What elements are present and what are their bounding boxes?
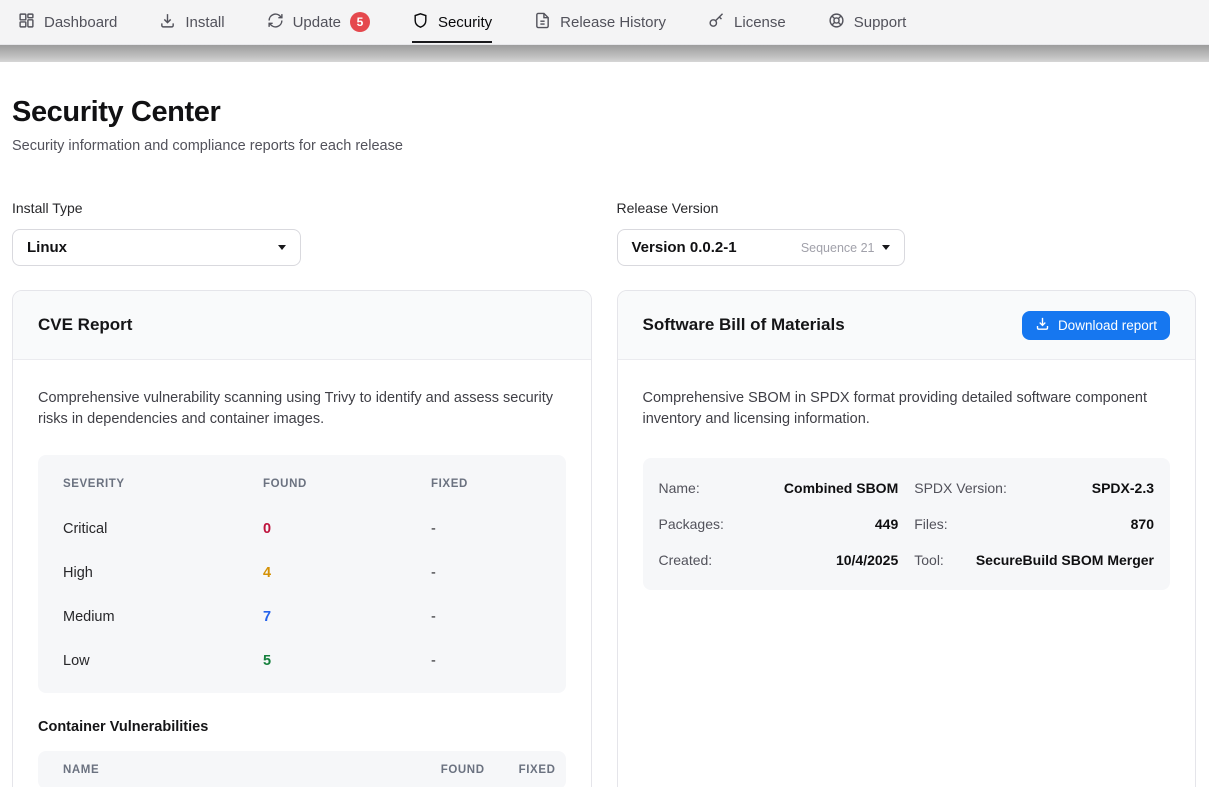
nav-item-license[interactable]: License <box>708 0 786 44</box>
severity-label: Critical <box>63 521 263 537</box>
severity-label: Low <box>63 653 263 669</box>
sbom-detail-spdx-version: SPDX Version: SPDX-2.3 <box>906 470 1170 506</box>
sbom-description: Comprehensive SBOM in SPDX format provid… <box>643 388 1171 430</box>
filters-row: Install Type Linux Release Version Versi… <box>12 200 1196 266</box>
install-type-label: Install Type <box>12 200 592 216</box>
top-nav: Dashboard Install Update 5 Security <box>0 0 1209 45</box>
detail-value: 870 <box>1131 516 1154 532</box>
sbom-detail-tool: Tool: SecureBuild SBOM Merger <box>906 542 1170 578</box>
release-version-label: Release Version <box>617 200 1197 216</box>
found-value: 7 <box>263 609 431 625</box>
install-type-value: Linux <box>27 239 67 256</box>
container-vulns-title: Container Vulnerabilities <box>38 719 566 735</box>
cve-card-body: Comprehensive vulnerability scanning usi… <box>13 360 591 787</box>
sbom-detail-created: Created: 10/4/2025 <box>643 542 907 578</box>
table-row-medium: Medium 7 - <box>38 595 566 639</box>
severity-label: Medium <box>63 609 263 625</box>
severity-label: High <box>63 565 263 581</box>
detail-label: Files: <box>914 516 947 532</box>
cve-card-header: CVE Report <box>13 291 591 360</box>
detail-value: 10/4/2025 <box>836 552 898 568</box>
nav-item-support[interactable]: Support <box>828 0 907 44</box>
nav-item-label: License <box>734 14 786 31</box>
install-type-select[interactable]: Linux <box>12 229 301 266</box>
col-name: NAME <box>63 764 407 776</box>
cve-report-card: CVE Report Comprehensive vulnerability s… <box>12 290 592 787</box>
cve-card-title: CVE Report <box>38 315 132 335</box>
nav-item-update[interactable]: Update 5 <box>267 0 370 44</box>
fixed-value: - <box>431 521 541 537</box>
download-icon <box>1035 316 1050 334</box>
detail-value: SPDX-2.3 <box>1092 480 1154 496</box>
table-row-critical: Critical 0 - <box>38 507 566 551</box>
nav-item-label: Security <box>438 14 492 31</box>
sequence-text: Sequence 21 <box>801 241 875 255</box>
download-report-label: Download report <box>1058 318 1157 333</box>
table-row-high: High 4 - <box>38 551 566 595</box>
document-icon <box>534 12 551 33</box>
fixed-value: - <box>431 609 541 625</box>
sbom-detail-name: Name: Combined SBOM <box>643 470 907 506</box>
severity-table-header: SEVERITY FOUND FIXED <box>38 461 566 507</box>
release-version-select[interactable]: Version 0.0.2-1 Sequence 21 <box>617 229 905 266</box>
detail-label: Name: <box>659 480 700 496</box>
detail-label: Tool: <box>914 552 944 568</box>
download-report-button[interactable]: Download report <box>1022 311 1170 340</box>
sbom-card: Software Bill of Materials Download repo… <box>617 290 1197 787</box>
download-icon <box>159 12 176 33</box>
page-subtitle: Security information and compliance repo… <box>12 138 1196 154</box>
detail-label: Packages: <box>659 516 724 532</box>
sbom-details-grid: Name: Combined SBOM SPDX Version: SPDX-2… <box>643 458 1171 590</box>
nav-item-dashboard[interactable]: Dashboard <box>18 0 117 44</box>
container-vulns-table-header: NAME FOUND FIXED <box>38 751 566 787</box>
cards-row: CVE Report Comprehensive vulnerability s… <box>12 290 1196 787</box>
release-version-value: Version 0.0.2-1 <box>632 239 737 256</box>
lifebuoy-icon <box>828 12 845 33</box>
grid-icon <box>18 12 35 33</box>
nav-item-label: Dashboard <box>44 14 117 31</box>
col-severity: SEVERITY <box>63 478 263 490</box>
col-found: FOUND <box>263 478 431 490</box>
nav-item-label: Update <box>293 14 341 31</box>
nav-item-label: Support <box>854 14 907 31</box>
sbom-card-header: Software Bill of Materials Download repo… <box>618 291 1196 360</box>
sbom-detail-packages: Packages: 449 <box>643 506 907 542</box>
sbom-card-body: Comprehensive SBOM in SPDX format provid… <box>618 360 1196 618</box>
col-found: FOUND <box>441 764 485 776</box>
sbom-detail-files: Files: 870 <box>906 506 1170 542</box>
install-type-field: Install Type Linux <box>12 200 592 266</box>
main-content: Security Center Security information and… <box>0 96 1209 787</box>
cve-description: Comprehensive vulnerability scanning usi… <box>38 388 566 430</box>
col-fixed: FIXED <box>519 764 556 776</box>
nav-item-label: Release History <box>560 14 666 31</box>
nav-item-security[interactable]: Security <box>412 0 492 44</box>
header-shadow-band <box>0 45 1209 62</box>
nav-item-install[interactable]: Install <box>159 0 224 44</box>
chevron-down-icon <box>278 245 286 250</box>
refresh-icon <box>267 12 284 33</box>
chevron-down-icon <box>882 245 890 250</box>
detail-value: Combined SBOM <box>784 480 898 496</box>
update-count-badge: 5 <box>350 12 370 32</box>
key-icon <box>708 12 725 33</box>
nav-item-label: Install <box>185 14 224 31</box>
col-fixed: FIXED <box>431 478 541 490</box>
fixed-value: - <box>431 653 541 669</box>
severity-table: SEVERITY FOUND FIXED Critical 0 - High 4… <box>38 455 566 693</box>
table-row-low: Low 5 - <box>38 639 566 683</box>
found-value: 4 <box>263 565 431 581</box>
page-title: Security Center <box>12 96 1196 129</box>
nav-item-release-history[interactable]: Release History <box>534 0 666 44</box>
detail-label: SPDX Version: <box>914 480 1007 496</box>
found-value: 0 <box>263 521 431 537</box>
detail-label: Created: <box>659 552 713 568</box>
detail-value: SecureBuild SBOM Merger <box>976 552 1154 568</box>
shield-icon <box>412 12 429 33</box>
release-version-field: Release Version Version 0.0.2-1 Sequence… <box>617 200 1197 266</box>
detail-value: 449 <box>875 516 898 532</box>
fixed-value: - <box>431 565 541 581</box>
found-value: 5 <box>263 653 431 669</box>
sbom-card-title: Software Bill of Materials <box>643 315 845 335</box>
